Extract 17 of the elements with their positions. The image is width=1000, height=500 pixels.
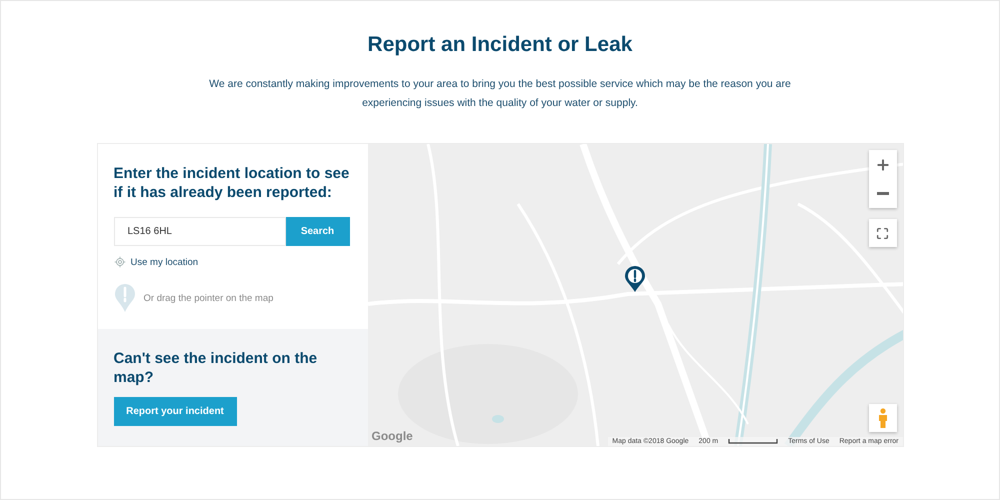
use-location-link[interactable]: Use my location	[114, 256, 198, 268]
fullscreen-button[interactable]	[868, 219, 896, 247]
minus-icon	[876, 192, 888, 195]
location-field[interactable]: LS16 6HL	[114, 217, 286, 246]
map-logo: Google	[372, 429, 413, 443]
crosshair-icon	[114, 256, 126, 268]
person-icon	[876, 408, 888, 428]
report-heading: Can't see the incident on the map?	[114, 349, 318, 387]
plus-icon	[874, 156, 890, 172]
pin-icon	[114, 283, 136, 313]
intro-text: We are constantly making improvements to your area to bring you the best possible service which may be the reason you are experiencing issues with the quality of your water or supply.	[208, 77, 792, 111]
search-heading: Enter the incident location to see if it has already been reported:	[114, 164, 350, 202]
page-title: Report an Incident or Leak	[368, 33, 632, 57]
fullscreen-icon	[876, 226, 889, 240]
map-pin-icon[interactable]	[624, 265, 646, 293]
drag-hint: Or drag the pointer on the map	[144, 292, 274, 304]
scale-bar-icon	[728, 439, 778, 444]
